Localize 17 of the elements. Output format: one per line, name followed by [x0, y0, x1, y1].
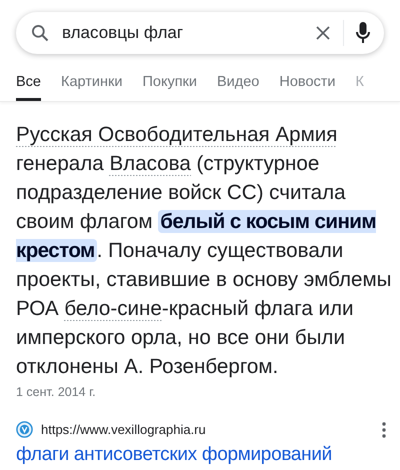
term-link[interactable]: Русская Освободительная Армия — [16, 123, 338, 147]
search-field[interactable]: власовцы флаг — [62, 23, 303, 43]
tab[interactable]: Видео — [217, 68, 260, 101]
microphone-icon[interactable] — [356, 22, 370, 44]
more-options-icon[interactable] — [382, 422, 386, 438]
date: 1 сент. 2014 г. — [16, 385, 96, 399]
term-link[interactable]: бело-сине — [64, 297, 162, 321]
result-title-link[interactable]: флаги антисоветских формирований — [16, 444, 332, 466]
tab[interactable]: Покупки — [142, 68, 197, 101]
search-icon — [30, 23, 50, 43]
result-url: https://www.vexillographia.ru — [41, 422, 207, 437]
snippet-paragraph: Русская Освободительная Армия генерала Власова (структурное подразделение войск СС) считала своим флагом белый с косым синим крестом. Поначалу существовали проекты, ставившие в основу эмблемы РОА бело-сине-красный флага или имперского орла, но все они были отклонены А. Розенбергом. — [16, 122, 392, 380]
tab[interactable]: Картинки — [61, 68, 122, 101]
close-icon[interactable] — [315, 25, 331, 41]
tab[interactable]: Новости — [279, 68, 336, 101]
tab[interactable]: Все — [16, 68, 41, 101]
site-icon — [16, 421, 33, 438]
